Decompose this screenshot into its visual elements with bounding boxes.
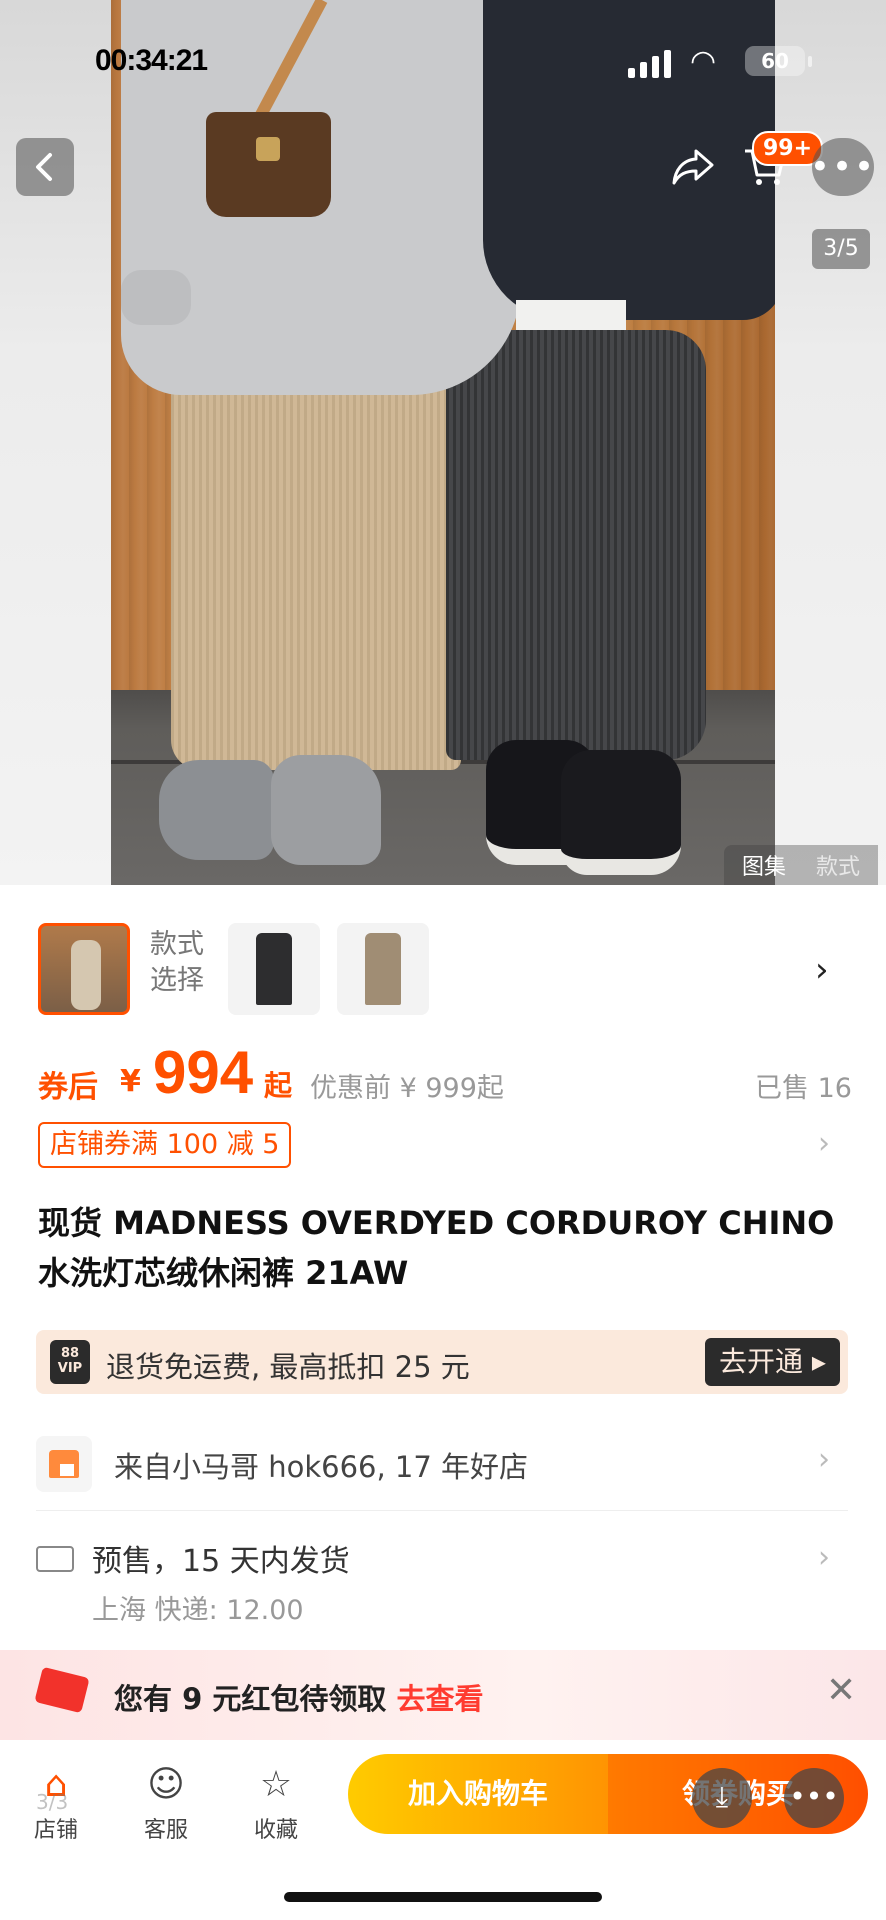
delivery-status: 预售，15 天内发货 — [92, 1544, 350, 1579]
gallery-left-margin — [0, 0, 111, 885]
service-icon: ☺ — [147, 1764, 185, 1805]
add-to-cart-button[interactable]: 加入购物车 — [348, 1754, 608, 1834]
crossbody-bag — [206, 112, 331, 217]
shop-row[interactable]: 来自小马哥 hok666, 17 年好店 › — [36, 1432, 848, 1498]
vip-button-label: 去开通 — [719, 1345, 804, 1378]
red-packet-banner[interactable]: 您有 9 元红包待领取 去查看 ✕ — [0, 1650, 886, 1740]
page-indicator-ghost: 3/3 — [36, 1790, 69, 1814]
grey-sneaker-right — [271, 755, 381, 865]
chevron-right-icon[interactable]: › — [818, 1126, 830, 1161]
gallery-tabs: 图集 款式 — [724, 845, 879, 885]
vip-badge-top: 88 — [60, 1346, 80, 1361]
white-shirt-hem — [516, 300, 626, 330]
tab-styles[interactable]: 款式 — [816, 849, 860, 881]
price-value: 994 — [153, 1039, 254, 1106]
more-button[interactable]: ••• — [809, 138, 877, 196]
product-gallery[interactable]: 00:34:21 ◠ 60 99+ ••• 3/5 图集 款式 — [0, 0, 886, 885]
product-title: 现货 MADNESS OVERDYED CORDUROY CHINO 水洗灯芯绒… — [38, 1204, 835, 1292]
status-bar: 00:34:21 ◠ 60 — [0, 38, 886, 88]
share-icon — [672, 149, 714, 185]
share-button[interactable] — [664, 138, 722, 196]
download-button[interactable]: ⤓ — [692, 1768, 752, 1828]
chevron-right-icon: › — [818, 1442, 830, 1477]
tab-favorite-label: 收藏 — [253, 1818, 298, 1843]
signal-icon — [628, 48, 671, 78]
after-coupon-label: 券后 — [38, 1070, 98, 1105]
image-counter: 3/5 — [812, 229, 870, 269]
red-packet-message: 您有 9 元红包待领取 — [114, 1682, 397, 1716]
tab-service[interactable]: ☺ 客服 — [126, 1762, 206, 1844]
more-icon: ••• — [789, 1780, 839, 1813]
vip-text: 退货免运费, 最高抵扣 25 元 — [106, 1350, 470, 1384]
khaki-pants-thumb — [365, 933, 401, 1005]
floating-more-button[interactable]: ••• — [784, 1768, 844, 1828]
vip-activate-button[interactable]: 去开通 ▸ — [705, 1338, 840, 1386]
divider — [36, 1510, 848, 1511]
star-icon: ☆ — [259, 1764, 293, 1805]
tab-service-label: 客服 — [143, 1818, 188, 1843]
style-picker[interactable]: 款式选择 › — [0, 885, 886, 1015]
home-indicator[interactable] — [284, 1892, 602, 1902]
status-time: 00:34:21 — [95, 44, 208, 77]
shipping-info: 上海 快递: 12.00 — [92, 1595, 304, 1626]
bottom-action-bar: ⌂ 店铺 3/3 ☺ 客服 ☆ 收藏 加入购物车 领券购买 ⤓ ••• — [0, 1740, 886, 1920]
download-icon: ⤓ — [715, 1780, 729, 1813]
delivery-row[interactable]: 预售，15 天内发货 上海 快递: 12.00 › — [36, 1530, 848, 1630]
back-button[interactable] — [16, 138, 74, 196]
close-icon[interactable]: ✕ — [826, 1670, 856, 1711]
more-icon: ••• — [809, 147, 877, 187]
shop-info: 来自小马哥 hok666, 17 年好店 — [114, 1450, 529, 1484]
original-price: 优惠前 ¥ 999起 — [310, 1073, 504, 1104]
tab-shop-label: 店铺 — [33, 1818, 78, 1843]
dark-corduroy-pants — [446, 330, 706, 760]
red-packet-text: 您有 9 元红包待领取 去查看 — [114, 1676, 483, 1718]
black-sneaker-right — [561, 750, 681, 875]
truck-icon — [36, 1546, 74, 1572]
store-coupon-badge[interactable]: 店铺券满 100 减 5 — [38, 1122, 292, 1168]
style-picker-label: 款式选择 — [150, 929, 204, 996]
vip-badge-bottom: VIP — [57, 1361, 83, 1376]
style-thumb-khaki[interactable] — [337, 923, 429, 1015]
store-icon — [36, 1436, 92, 1492]
grey-sneaker-left — [159, 760, 274, 860]
price-row: 券后 ¥ 994 起 优惠前 ¥ 999起 已售 16 — [38, 1039, 858, 1110]
battery-icon: 60 — [745, 46, 812, 76]
sold-count: 已售 16 — [755, 1073, 852, 1104]
black-pants-thumb — [256, 933, 292, 1005]
vip-88-icon: 88 VIP — [50, 1340, 90, 1384]
vip-banner[interactable]: 88 VIP 退货免运费, 最高抵扣 25 元 去开通 ▸ — [36, 1330, 848, 1394]
red-envelope-icon — [34, 1666, 90, 1714]
currency-symbol: ¥ — [120, 1064, 141, 1099]
product-photo[interactable] — [111, 0, 775, 885]
tab-favorite[interactable]: ☆ 收藏 — [236, 1762, 316, 1844]
red-packet-link[interactable]: 去查看 — [396, 1682, 483, 1716]
chevron-right-icon: › — [818, 1540, 830, 1575]
chevron-left-icon — [36, 153, 52, 181]
thumb-figure — [71, 940, 101, 1010]
sleeve-cuff — [121, 270, 191, 325]
wifi-icon: ◠ — [690, 44, 717, 79]
tab-gallery[interactable]: 图集 — [742, 849, 786, 881]
style-thumb-selected[interactable] — [38, 923, 130, 1015]
style-thumb-black[interactable] — [228, 923, 320, 1015]
chevron-right-icon[interactable]: › — [815, 950, 829, 990]
price-suffix: 起 — [264, 1069, 293, 1102]
